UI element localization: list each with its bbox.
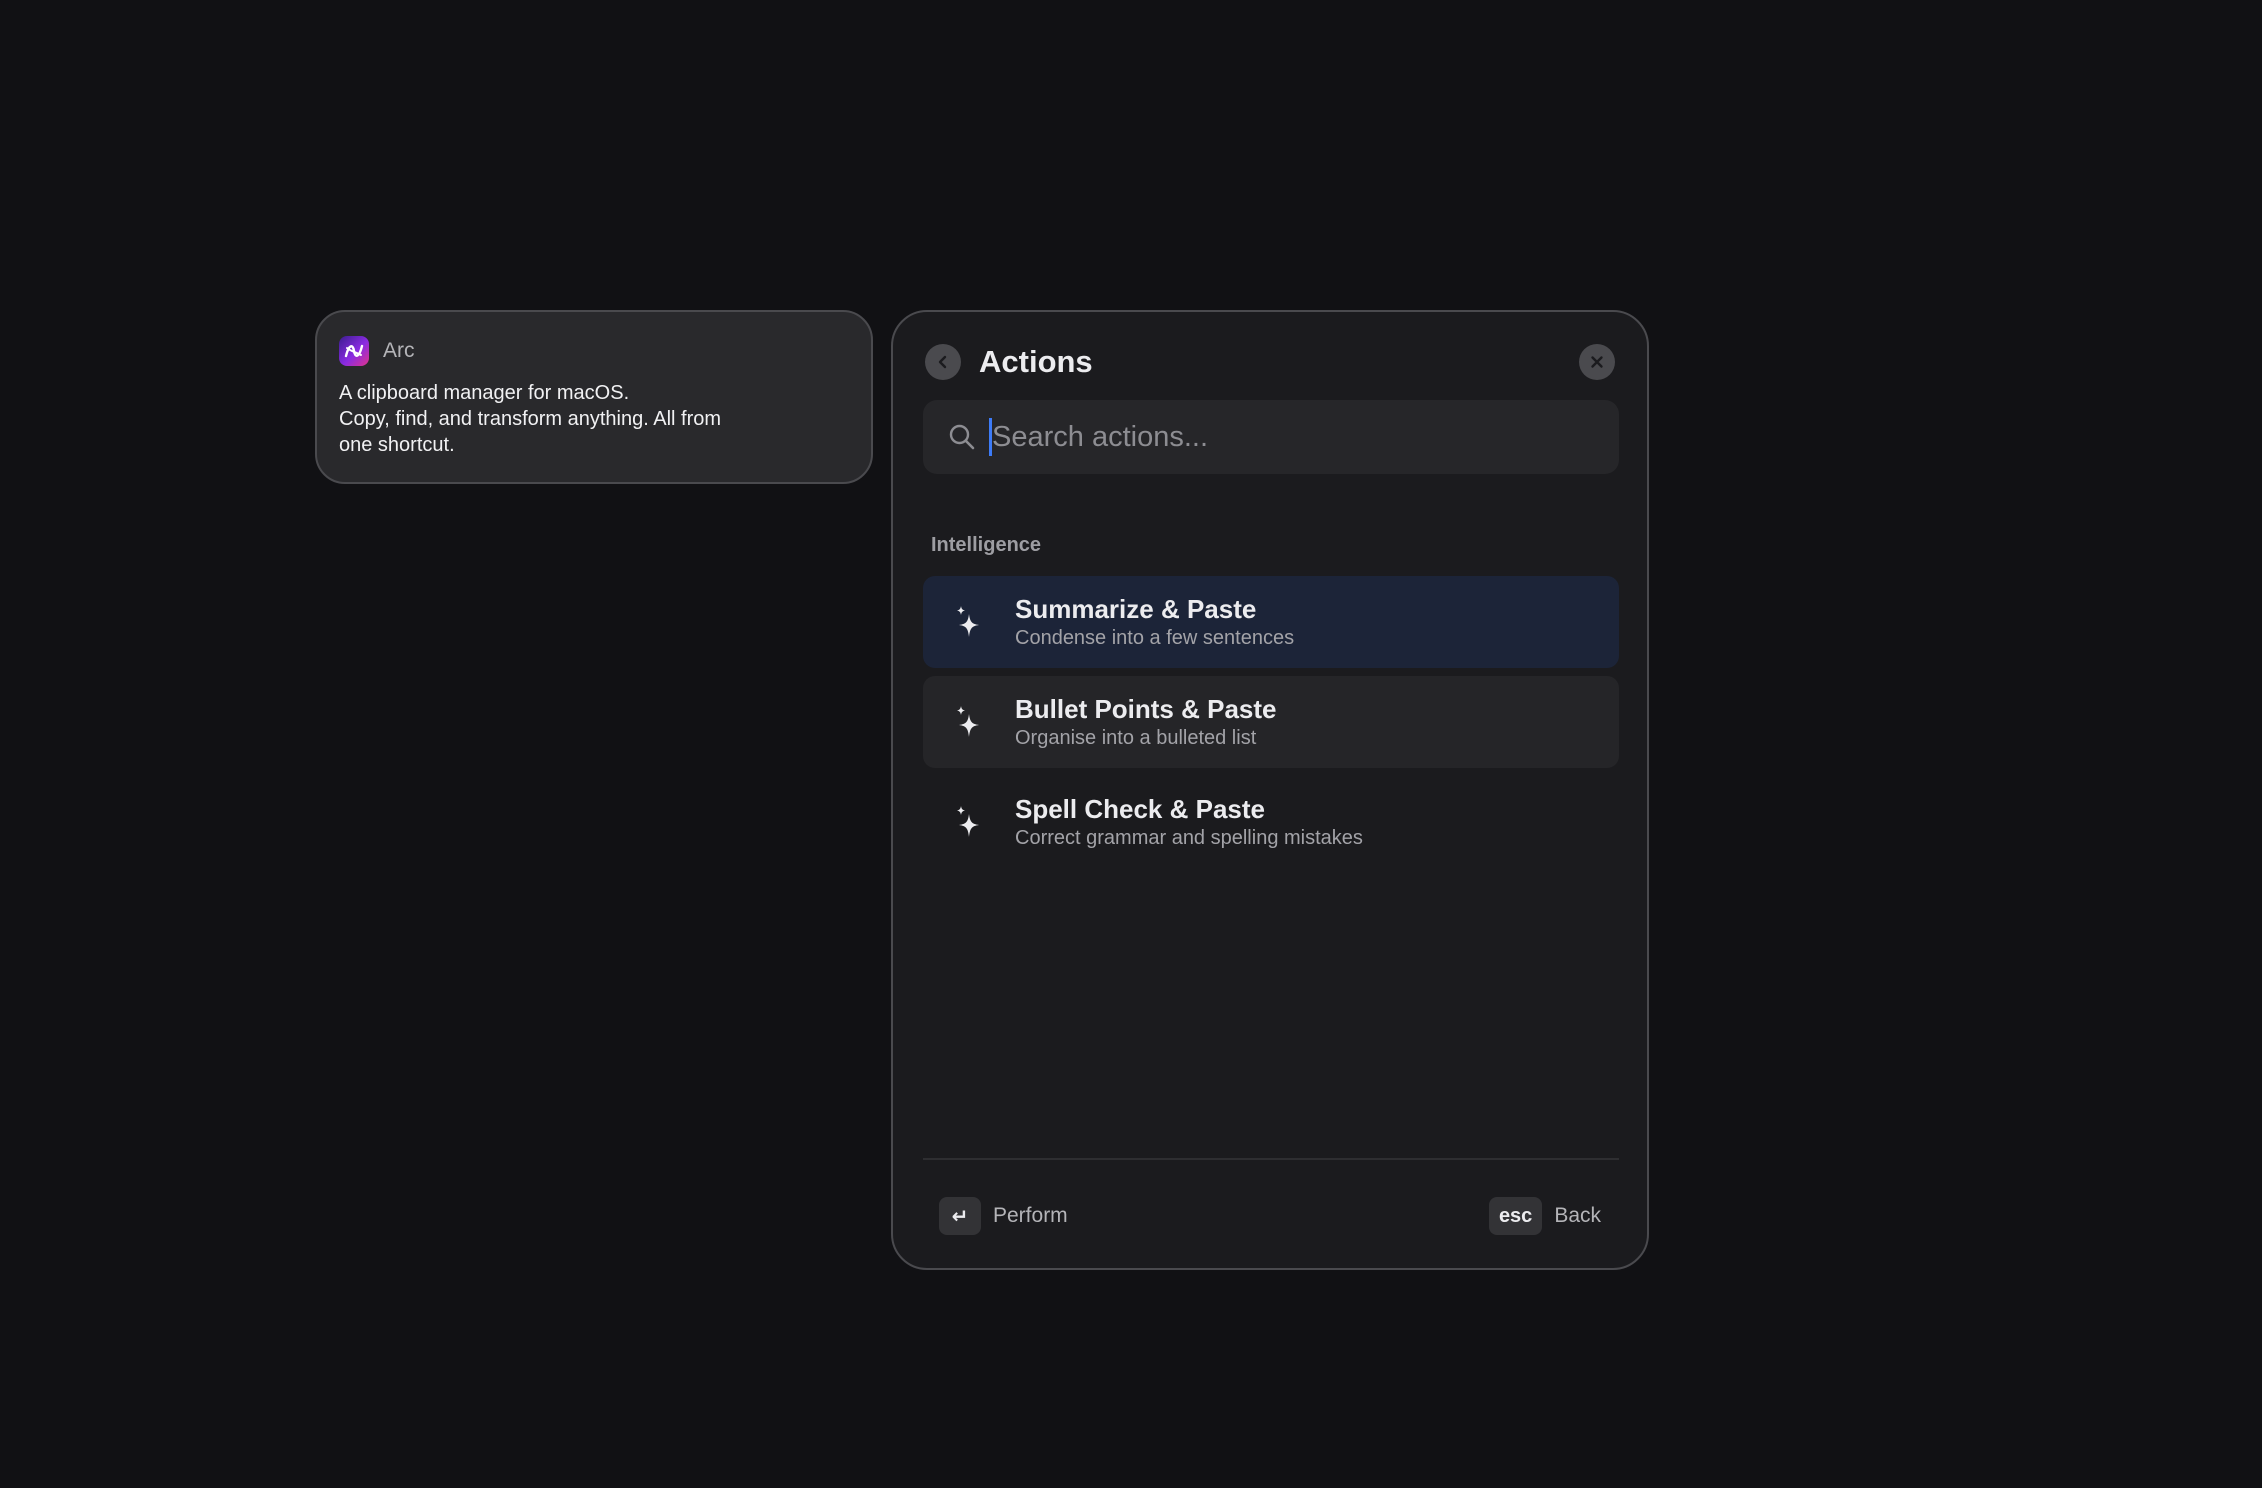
back-button[interactable]: [925, 344, 961, 380]
action-summarize-paste[interactable]: Summarize & Paste Condense into a few se…: [923, 576, 1619, 668]
sparkle-icon: [923, 604, 1015, 640]
chevron-left-icon: [938, 355, 947, 369]
action-subtitle: Correct grammar and spelling mistakes: [1015, 827, 1363, 849]
panel-footer: ↵ Perform esc Back: [939, 1196, 1601, 1236]
clipboard-source-header: Arc: [339, 334, 849, 368]
panel-title: Actions: [979, 344, 1093, 379]
enter-key-hint: ↵: [939, 1197, 981, 1235]
clipboard-content-text: A clipboard manager for macOS. Copy, fin…: [339, 382, 722, 456]
search-icon: [949, 424, 975, 450]
action-bullet-points-paste[interactable]: Bullet Points & Paste Organise into a bu…: [923, 676, 1619, 768]
sparkle-icon: [923, 804, 1015, 840]
action-list: Summarize & Paste Condense into a few se…: [923, 576, 1619, 876]
perform-label[interactable]: Perform: [993, 1204, 1068, 1228]
close-icon: [1591, 356, 1603, 368]
action-subtitle: Organise into a bulleted list: [1015, 727, 1257, 749]
action-title: Spell Check & Paste: [1015, 794, 1265, 824]
panel-header: Actions: [925, 342, 1615, 382]
clipboard-preview-card: Arc A clipboard manager for macOS. Copy,…: [315, 310, 873, 484]
action-title: Summarize & Paste: [1015, 594, 1257, 624]
source-app-name: Arc: [383, 339, 415, 362]
search-input[interactable]: [989, 418, 1619, 456]
sparkle-icon: [923, 704, 1015, 740]
esc-key-hint: esc: [1488, 1197, 1543, 1235]
action-subtitle: Condense into a few sentences: [1015, 627, 1295, 649]
section-label-intelligence: Intelligence: [931, 534, 1042, 556]
close-button[interactable]: [1579, 344, 1615, 380]
back-label[interactable]: Back: [1554, 1204, 1601, 1228]
arc-app-icon: [339, 336, 369, 366]
action-title: Bullet Points & Paste: [1015, 694, 1277, 724]
actions-panel: Actions Intelligence Summarize & Paste: [891, 310, 1649, 1270]
search-box[interactable]: [923, 400, 1619, 474]
footer-divider: [923, 1158, 1619, 1160]
action-spell-check-paste[interactable]: Spell Check & Paste Correct grammar and …: [923, 776, 1619, 868]
